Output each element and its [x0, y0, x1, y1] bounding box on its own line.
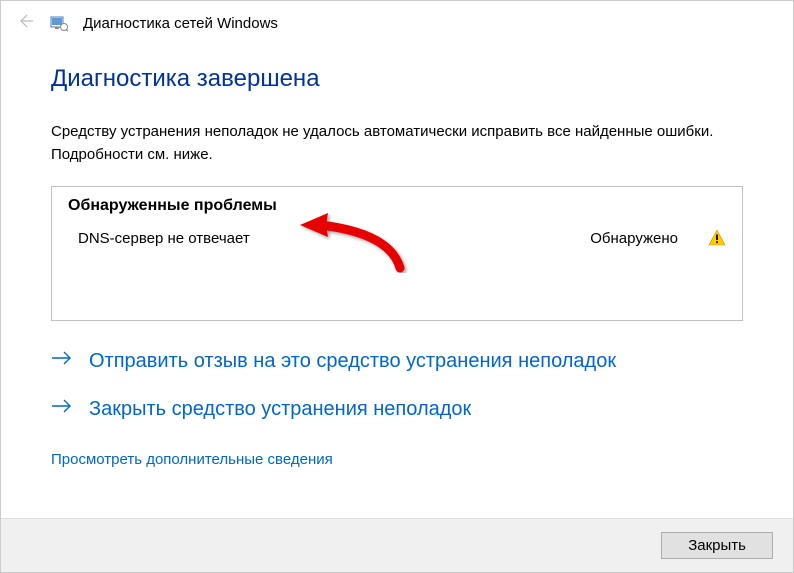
problem-name: DNS-сервер не отвечает [68, 230, 590, 247]
titlebar: Диагностика сетей Windows [1, 1, 793, 45]
problem-status: Обнаружено [590, 230, 678, 247]
window-title: Диагностика сетей Windows [83, 15, 278, 32]
close-troubleshooter-link[interactable]: Закрыть средство устранения неполадок [51, 397, 743, 421]
back-arrow-icon[interactable] [15, 11, 35, 35]
arrow-right-icon [51, 397, 73, 421]
feedback-link[interactable]: Отправить отзыв на это средство устранен… [51, 349, 743, 373]
close-troubleshooter-label: Закрыть средство устранения неполадок [89, 398, 471, 421]
warning-icon [708, 229, 726, 247]
problems-box: Обнаруженные проблемы DNS-сервер не отве… [51, 186, 743, 321]
content-area: Диагностика завершена Средству устранени… [1, 45, 793, 518]
feedback-link-label: Отправить отзыв на это средство устранен… [89, 350, 616, 373]
problem-row: DNS-сервер не отвечает Обнаружено [68, 227, 726, 249]
footer-bar: Закрыть [1, 518, 793, 572]
close-button[interactable]: Закрыть [661, 532, 773, 559]
description-text: Средству устранения неполадок не удалось… [51, 121, 743, 166]
view-details-link[interactable]: Просмотреть дополнительные сведения [51, 451, 333, 468]
page-heading: Диагностика завершена [51, 65, 743, 93]
arrow-right-icon [51, 349, 73, 373]
troubleshooter-window: Диагностика сетей Windows Диагностика за… [0, 0, 794, 573]
network-diagnostics-icon [49, 13, 69, 33]
problems-header: Обнаруженные проблемы [68, 197, 726, 215]
